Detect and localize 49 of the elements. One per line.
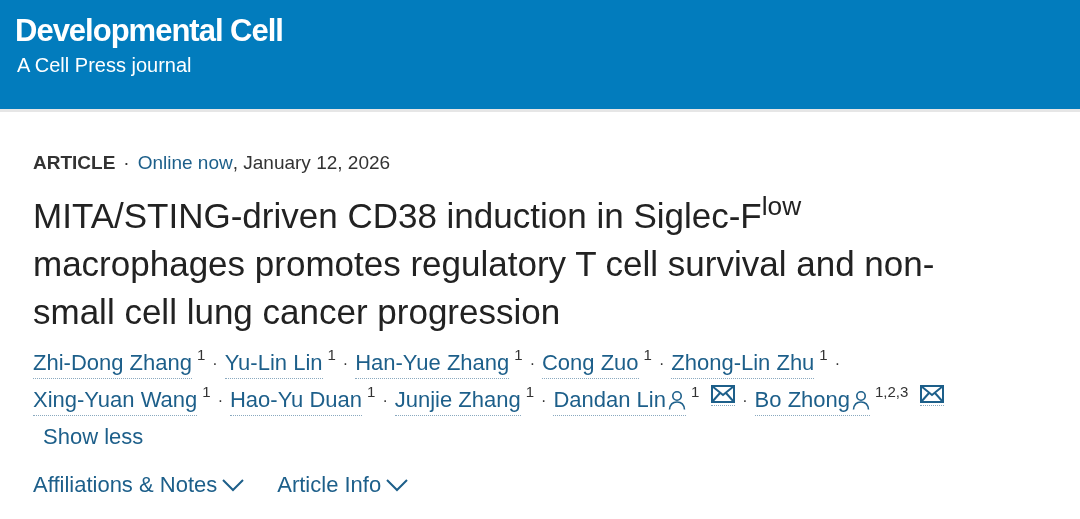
affiliation-number: 1 — [202, 383, 211, 401]
email-link[interactable] — [920, 385, 945, 406]
section-toggle[interactable]: Article Info — [277, 470, 410, 500]
email-icon — [920, 385, 945, 403]
author-link[interactable]: Hao-Yu Duan — [229, 385, 363, 416]
author-link[interactable]: Cong Zuo — [541, 348, 639, 379]
separator: · — [541, 391, 547, 411]
email-link[interactable] — [711, 385, 736, 406]
journal-title[interactable]: Developmental Cell — [15, 12, 1080, 50]
separator: · — [123, 151, 130, 175]
affiliation-number: 1 — [197, 346, 206, 364]
affiliation-number: 1 — [643, 346, 652, 364]
separator: · — [658, 354, 665, 374]
chevron-icon — [385, 478, 410, 492]
article-title-line: small cell lung cancer progression — [33, 291, 562, 333]
affiliation-number: 1 — [514, 346, 523, 364]
online-now-link[interactable]: Online now — [137, 150, 233, 176]
separator: · — [529, 354, 535, 374]
separator: · — [834, 354, 841, 374]
affiliation-number: 1 — [690, 383, 700, 401]
author-link[interactable]: Zhong-Lin Zhu — [671, 348, 815, 379]
author-link[interactable]: Yu-Lin Lin — [224, 348, 323, 379]
separator: · — [217, 391, 223, 411]
author-link[interactable]: Bo Zhong — [754, 385, 870, 416]
author-link[interactable]: Dandan Lin — [553, 385, 686, 416]
affiliation-number: 1 — [367, 383, 376, 401]
affiliation-number: 1 — [327, 346, 336, 364]
show-less-button[interactable]: Show less — [43, 422, 144, 452]
author-link[interactable]: Junjie Zhang — [394, 385, 521, 416]
separator: · — [212, 354, 218, 374]
separator: · — [382, 391, 388, 411]
affiliation-number: 1,2,3 — [875, 383, 909, 401]
person-icon — [852, 390, 870, 410]
article-title-line: macrophages promotes regulatory T cell survival and non- — [33, 243, 936, 285]
author-link[interactable]: Xing-Yuan Wang — [33, 385, 198, 416]
chevron-icon — [221, 478, 246, 492]
article-title-line: MITA/STING-driven CD38 induction in Siglec-F$^{low}$ — [33, 192, 803, 237]
separator: · — [342, 354, 349, 374]
separator: · — [742, 391, 748, 411]
affiliation-number: 1 — [819, 346, 828, 364]
author-link[interactable]: Han-Yue Zhang — [355, 348, 510, 379]
affiliation-number: 1 — [525, 383, 535, 401]
journal-subtitle: A Cell Press journal — [16, 53, 193, 78]
person-icon — [667, 390, 686, 410]
author-link[interactable]: Zhi-Dong Zhang — [33, 348, 192, 379]
publication-date: , January 12, 2026 — [232, 151, 391, 175]
section-toggle[interactable]: Affiliations & Notes — [33, 470, 246, 500]
article-type: ARTICLE — [33, 151, 116, 175]
email-icon — [711, 385, 736, 403]
